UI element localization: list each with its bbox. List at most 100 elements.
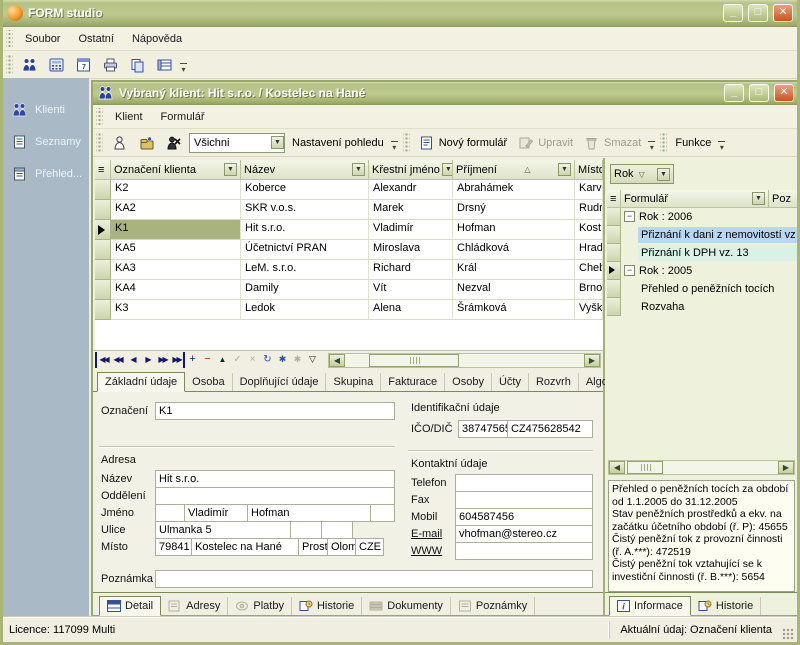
toolbar-grip[interactable] [660,133,667,152]
dic-field[interactable]: CZ475628542 [507,420,593,438]
list-button[interactable] [151,53,178,76]
tab-dokumenty[interactable]: Dokumenty [362,597,451,615]
filter-dropdown-icon[interactable]: ▼ [352,163,365,176]
email-field[interactable]: vhofman@stereo.cz [455,525,593,543]
delete-client-button[interactable] [160,131,187,154]
forms-horizontal-scrollbar[interactable]: ◀ ▶ [608,460,795,475]
toolbar-overflow[interactable]: ▾ [646,132,657,154]
tab-historie[interactable]: Historie [691,597,761,615]
scroll-right-icon[interactable]: ▶ [778,461,794,474]
row-selector[interactable] [607,262,621,280]
tab-zakladni-udaje[interactable]: Základní údaje [97,372,185,392]
tab-informace[interactable]: iInformace [609,596,691,616]
scrollbar-thumb[interactable] [627,461,663,474]
nav-insert-button[interactable]: + [185,352,200,368]
ulice-field[interactable]: Ulmanka 5 [155,521,291,539]
tab-poznamky[interactable]: Poznámky [451,597,535,615]
table-row[interactable]: K2 Koberce Alexandr Abrahámek Karv [95,180,603,200]
print-button[interactable] [97,53,124,76]
oznaceni-field[interactable]: K1 [155,402,395,420]
row-selector[interactable] [95,180,111,200]
nav-edit-button[interactable]: ▲ [215,352,230,368]
sidebar-item-prehled[interactable]: Přehled... [3,158,89,190]
nav-bookmark-button[interactable]: ✱ [275,352,290,368]
table-row[interactable]: K3 Ledok Alena Šrámková Vyšk [95,300,603,320]
table-row-selected[interactable]: K1 Hit s.r.o. Vladimír Hofman Kost [95,220,603,240]
chevron-down-icon[interactable]: ▼ [271,136,284,149]
row-selector[interactable] [607,208,621,226]
tab-rozvrh[interactable]: Rozvrh [529,373,579,391]
row-selector[interactable] [607,244,621,262]
menu-napoveda[interactable]: Nápověda [123,30,191,48]
tab-doplnujici-udaje[interactable]: Doplňující údaje [233,373,327,391]
nav-goto-bookmark-button[interactable]: ✱ [290,352,305,368]
chevron-down-icon[interactable]: ▼ [657,168,670,181]
table-row[interactable]: KA3 LeM. s.r.o. Richard Král Cheb [95,260,603,280]
tab-historie[interactable]: Historie [292,597,362,615]
edit-form-button[interactable]: Upravit [512,131,578,154]
menu-formular[interactable]: Formulář [152,108,214,126]
kraj-field[interactable]: Olom [327,538,356,556]
maximize-button[interactable]: □ [748,4,768,22]
fax-field[interactable] [455,491,593,509]
nav-delete-button[interactable]: − [200,352,215,368]
row-selector[interactable] [95,200,111,220]
nav-fast-next-button[interactable]: ▶▶ [155,352,170,368]
row-selector[interactable] [607,226,621,244]
cp-field[interactable] [290,521,322,539]
row-selector[interactable] [95,300,111,320]
table-row[interactable]: KA2 SKR v.o.s. Marek Drsný Rudr [95,200,603,220]
row-selector[interactable] [95,220,111,240]
column-header-misto[interactable]: Místo [575,160,603,180]
okres-field[interactable]: Prost [298,538,328,556]
collapse-icon[interactable]: − [624,211,635,222]
oddeleni-field[interactable] [155,487,395,505]
nav-next-button[interactable]: ▶ [140,352,155,368]
mobil-field[interactable]: 604587456 [455,508,593,526]
tab-osoba[interactable]: Osoba [185,373,232,391]
table-row[interactable]: KA4 Damily Vít Nezval Brno [95,280,603,300]
row-selector[interactable] [95,260,111,280]
toolbar-grip[interactable] [6,55,13,74]
collapse-icon[interactable]: − [624,265,635,276]
table-row[interactable]: KA5 Účetnictví PRAN Miroslava Chládková … [95,240,603,260]
copy-button[interactable] [124,53,151,76]
toolbar-overflow[interactable]: ▾ [178,54,189,76]
close-button[interactable]: ✕ [774,84,794,102]
group-row[interactable]: −Rok : 2006 [607,208,798,226]
nav-fast-prior-button[interactable]: ◀◀ [110,352,125,368]
ico-field[interactable]: 38747565 [458,420,508,438]
column-header-oznaceni[interactable]: Označení klienta▼ [111,160,241,180]
grid-corner-button[interactable]: ≡ [95,160,111,180]
www-field[interactable] [455,542,593,560]
delete-form-button[interactable]: Smazat [578,131,646,154]
column-header-nazev[interactable]: Název▼ [241,160,369,180]
functions-button[interactable]: Funkce [670,131,716,154]
nazev-field[interactable]: Hit s.r.o. [155,470,395,488]
resize-grip[interactable] [782,628,794,640]
tab-osoby[interactable]: Osoby [445,373,492,391]
tab-fakturace[interactable]: Fakturace [381,373,445,391]
forms-button[interactable]: 7 [70,53,97,76]
column-header-poz[interactable]: Poz [769,190,798,208]
titul-field[interactable] [155,504,185,522]
row-selector[interactable] [607,280,621,298]
form-item[interactable]: Přehled o peněžních tocích [607,280,798,298]
add-client-button[interactable] [106,131,133,154]
new-form-button[interactable]: Nový formulář [413,131,512,154]
filter-dropdown-icon[interactable]: ▼ [752,192,765,205]
nav-first-button[interactable]: ◀◀ [95,352,110,368]
stat-field[interactable]: CZE [355,538,384,556]
column-header-krestni[interactable]: Křestní jméno▼ [369,160,453,180]
maximize-button[interactable]: □ [749,84,769,102]
toolbar-overflow[interactable]: ▾ [716,132,727,154]
misto-field[interactable]: Kostelec na Hané [191,538,299,556]
tab-adresy[interactable]: Adresy [161,597,228,615]
menu-soubor[interactable]: Soubor [16,30,69,48]
scroll-left-icon[interactable]: ◀ [609,461,625,474]
filter-dropdown-icon[interactable]: ▼ [224,163,237,176]
poznamka-field[interactable] [155,570,593,588]
www-link-label[interactable]: WWW [411,545,442,557]
minimize-button[interactable]: _ [724,84,744,102]
tab-detail[interactable]: Detail [99,596,161,616]
